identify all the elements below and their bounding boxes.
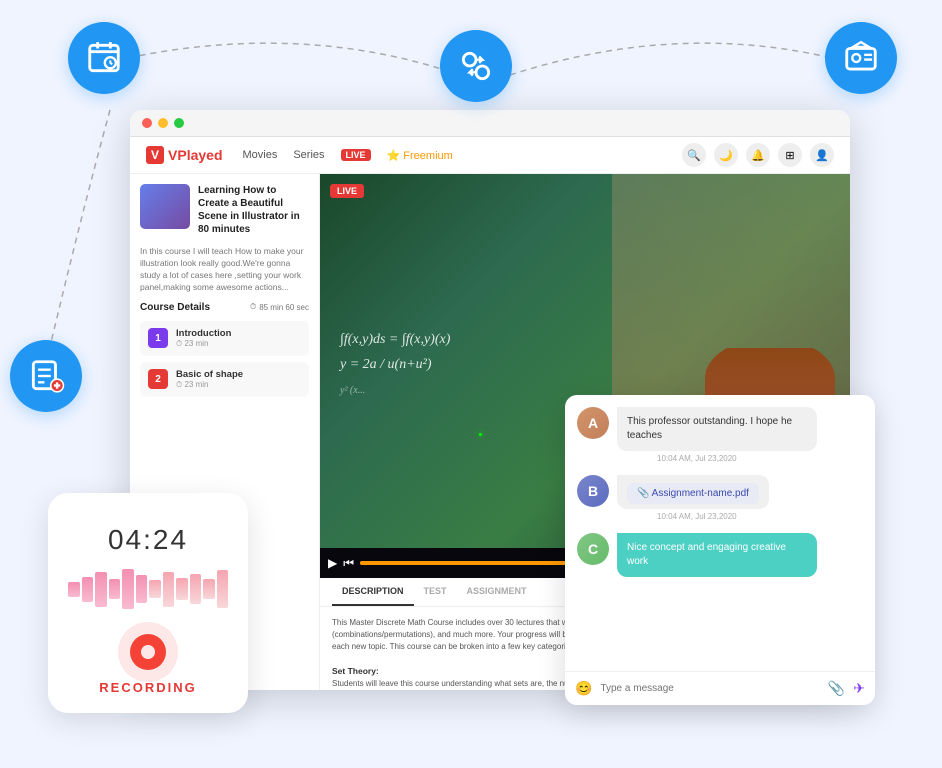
nav-links: Movies Series LIVE ⭐ Freemium — [243, 149, 663, 162]
nav-movies[interactable]: Movies — [243, 149, 278, 161]
chat-avatar-3: C — [577, 533, 609, 565]
logo: V VPlayed — [146, 146, 223, 164]
lesson-name-2: Basic of shape — [176, 369, 301, 380]
equation-1: ∫f(x,y)ds = ∫f(x,y)(x) — [340, 327, 612, 352]
waveform — [68, 564, 228, 614]
recording-widget: 04:24 RECORDING — [48, 493, 248, 713]
chat-message-1: A This professor outstanding. I hope he … — [577, 407, 863, 463]
chat-input[interactable] — [600, 683, 819, 694]
notes-icon — [10, 340, 82, 412]
wave-bar-1 — [68, 582, 80, 597]
lesson-item-2[interactable]: 2 Basic of shape ⏱ 23 min — [140, 362, 309, 397]
lesson-info-2: Basic of shape ⏱ 23 min — [176, 369, 301, 390]
chat-text-3: Nice concept and engaging creative work — [627, 541, 807, 569]
browser-chrome — [130, 110, 850, 137]
send-icon[interactable]: ✈ — [853, 680, 865, 697]
chat-bubble-2: 📎 Assignment-name.pdf — [617, 475, 769, 509]
emoji-icon[interactable]: 😊 — [575, 680, 592, 697]
tab-description[interactable]: DESCRIPTION — [332, 578, 414, 606]
chat-messages: A This professor outstanding. I hope he … — [565, 395, 875, 671]
wave-bar-6 — [136, 575, 148, 603]
nav-live-badge[interactable]: LIVE — [341, 149, 371, 161]
lesson-item-1[interactable]: 1 Introduction ⏱ 23 min — [140, 321, 309, 356]
wave-bar-4 — [109, 579, 121, 599]
wave-bar-11 — [203, 579, 215, 599]
transfer-icon — [440, 30, 512, 102]
tab-test[interactable]: TEST — [414, 578, 457, 606]
course-details-label: Course Details — [140, 302, 210, 313]
grid-icon[interactable]: ⊞ — [778, 143, 802, 167]
wave-bar-7 — [149, 580, 161, 598]
chrome-maximize-dot[interactable] — [174, 118, 184, 128]
theme-icon[interactable]: 🌙 — [714, 143, 738, 167]
chat-avatar-2: B — [577, 475, 609, 507]
recording-time: 04:24 — [108, 524, 188, 556]
education-icon — [825, 22, 897, 94]
lesson-number-2: 2 — [148, 369, 168, 389]
play-button[interactable]: ▶ — [328, 556, 337, 570]
wave-bar-10 — [190, 574, 202, 604]
search-icon[interactable]: 🔍 — [682, 143, 706, 167]
chrome-close-dot[interactable] — [142, 118, 152, 128]
lesson-name-1: Introduction — [176, 328, 301, 339]
chat-avatar-1: A — [577, 407, 609, 439]
chat-bubble-3: Nice concept and engaging creative work — [617, 533, 817, 577]
logo-v: V — [146, 146, 164, 164]
chat-panel: A This professor outstanding. I hope he … — [565, 395, 875, 705]
chat-time-2: 10:04 AM, Jul 23,2020 — [657, 512, 769, 521]
nav-icons: 🔍 🌙 🔔 ⊞ 👤 — [682, 143, 834, 167]
recording-label: RECORDING — [99, 680, 196, 695]
attachment-icon[interactable]: 📎 — [828, 680, 845, 697]
wave-bar-3 — [95, 572, 107, 607]
wave-bar-2 — [82, 577, 94, 602]
previous-button[interactable]: ⏮ — [343, 556, 354, 571]
wave-bar-9 — [176, 578, 188, 600]
chat-time-1: 10:04 AM, Jul 23,2020 — [657, 454, 817, 463]
chat-bubble-1: This professor outstanding. I hope he te… — [617, 407, 817, 451]
live-badge: LIVE — [330, 184, 364, 198]
nav-freemium[interactable]: ⭐ Freemium — [387, 149, 453, 162]
course-duration: ⏱ 85 min 60 sec — [250, 302, 309, 312]
chat-message-2: B 📎 Assignment-name.pdf 10:04 AM, Jul 23… — [577, 475, 863, 521]
lesson-info-1: Introduction ⏱ 23 min — [176, 328, 301, 349]
attachment-badge[interactable]: 📎 Assignment-name.pdf — [627, 483, 759, 504]
course-title: Learning How to Create a Beautiful Scene… — [198, 184, 309, 236]
equation-2: y = 2a / u(n+u²) — [340, 352, 612, 377]
tab-assignment[interactable]: ASSIGNMENT — [457, 578, 537, 606]
navbar: V VPlayed Movies Series LIVE ⭐ Freemium … — [130, 137, 850, 174]
wave-bar-8 — [163, 572, 175, 607]
nav-series[interactable]: Series — [293, 149, 324, 161]
chat-text-1: This professor outstanding. I hope he te… — [627, 415, 807, 443]
lesson-number-1: 1 — [148, 328, 168, 348]
logo-text: VPlayed — [168, 147, 222, 163]
avatar-icon[interactable]: 👤 — [810, 143, 834, 167]
schedule-icon — [68, 22, 140, 94]
course-description: In this course I will teach How to make … — [140, 246, 309, 294]
wave-bar-12 — [217, 570, 229, 608]
course-thumbnail-area: Learning How to Create a Beautiful Scene… — [140, 184, 309, 236]
lesson-duration-1: ⏱ 23 min — [176, 339, 301, 349]
lesson-duration-2: ⏱ 23 min — [176, 380, 301, 390]
chat-message-3: C Nice concept and engaging creative wor… — [577, 533, 863, 577]
wave-bar-5 — [122, 569, 134, 609]
progress-fill — [360, 561, 596, 565]
course-thumbnail — [140, 184, 190, 229]
course-details-row: Course Details ⏱ 85 min 60 sec — [140, 302, 309, 313]
chrome-minimize-dot[interactable] — [158, 118, 168, 128]
chat-input-row[interactable]: 😊 📎 ✈ — [565, 671, 875, 705]
bell-icon[interactable]: 🔔 — [746, 143, 770, 167]
